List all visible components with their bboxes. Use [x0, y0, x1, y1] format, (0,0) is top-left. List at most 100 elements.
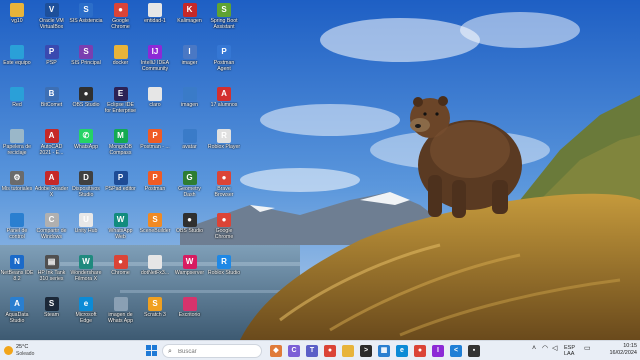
desktop-shortcut-label: Scratch 3	[144, 312, 166, 318]
desktop-shortcut[interactable]: P PSP	[35, 44, 69, 88]
app-icon: K	[182, 3, 197, 17]
desktop-shortcut[interactable]: G Geometry Dash	[173, 170, 207, 214]
desktop-shortcut[interactable]: S SIS Principal	[69, 44, 103, 88]
desktop-shortcut-label: Google Chrome	[111, 18, 130, 30]
desktop-shortcut[interactable]: N NetBeans IDE 8.2	[0, 254, 34, 298]
desktop-shortcut[interactable]: ▤ HP Ink Tank 310 series	[35, 254, 69, 298]
desktop-shortcut-label: avatar	[182, 144, 197, 150]
desktop-shortcut[interactable]: A 17 alumnos	[207, 86, 241, 130]
desktop-shortcut[interactable]: docker	[104, 44, 138, 88]
desktop-shortcut[interactable]: C Compartir de Windows	[35, 212, 69, 256]
desktop-shortcut[interactable]: Escritorio	[173, 296, 207, 340]
desktop-shortcut[interactable]: B BitComet	[35, 86, 69, 130]
desktop-shortcut[interactable]: D Dispositivos Studio	[69, 170, 103, 214]
tools-icon: ⚙	[10, 171, 24, 185]
desktop-shortcut[interactable]: A AquaData Studio	[0, 296, 34, 340]
desktop-shortcut[interactable]: entidad-1	[138, 2, 172, 46]
app-icon[interactable]: ▪	[468, 345, 480, 357]
desktop-shortcut-label: HP Ink Tank 310 series	[37, 270, 66, 282]
desktop-shortcut[interactable]: Panel de control	[0, 212, 34, 256]
postman-icon: P	[148, 129, 162, 143]
desktop-shortcut[interactable]: ✆ WhatsApp	[69, 128, 103, 172]
desktop-shortcut[interactable]: ⚙ Mis tutoriales	[0, 170, 34, 214]
desktop-shortcut[interactable]: S SIS Asistencia	[69, 2, 103, 46]
desktop-shortcut[interactable]: imagen	[173, 86, 207, 130]
desktop-shortcut[interactable]: U Unity Hub	[69, 212, 103, 256]
desktop-shortcut[interactable]: A Adobe Reader X	[35, 170, 69, 214]
desktop-shortcut[interactable]: M MongoDB Compass	[104, 128, 138, 172]
desktop-shortcut[interactable]: avatar	[173, 128, 207, 172]
desktop-shortcut-label: Red	[12, 102, 22, 108]
desktop-shortcut-label: Chrome	[111, 270, 130, 276]
desktop-shortcut[interactable]: P Postman - ...	[138, 128, 172, 172]
search-input[interactable]	[178, 346, 258, 357]
imager-icon: I	[182, 45, 197, 59]
desktop-shortcut[interactable]: Papelera de reciclaje	[0, 128, 34, 172]
desktop-shortcut-label: Geometry Dash	[178, 186, 201, 198]
desktop-shortcut[interactable]: IJ IntelliJ IDEA Community	[138, 44, 172, 88]
start-button[interactable]	[145, 344, 157, 358]
desktop-shortcut[interactable]: claro	[138, 86, 172, 130]
windows-logo-icon	[146, 345, 151, 350]
desktop-shortcut[interactable]: S Scratch 3	[138, 296, 172, 340]
taskbar-clock[interactable]: 10:15 16/02/2024	[603, 343, 637, 359]
desktop-shortcut[interactable]: S SceneBuilder	[138, 212, 172, 256]
desktop-shortcut[interactable]: V Oracle VM VirtualBox	[35, 2, 69, 46]
network-icon[interactable]: ▭	[584, 345, 591, 352]
intellij-icon[interactable]: I	[432, 345, 444, 357]
volume-icon[interactable]: ◁	[552, 345, 557, 352]
desktop-shortcut[interactable]: R Roblox Player	[207, 128, 241, 172]
widgets-icon[interactable]: ◆	[270, 345, 282, 357]
weather-widget[interactable]: 25°C Soleado	[4, 343, 48, 359]
desktop-shortcut[interactable]: ● Google Chrome	[207, 212, 241, 256]
desktop-shortcut[interactable]: Iimager	[173, 44, 207, 88]
desktop-shortcut[interactable]: R Roblox Studio	[207, 254, 241, 298]
terminal-icon[interactable]: >	[360, 345, 372, 357]
desktop-shortcut-label: dotNetFx3...	[140, 270, 170, 276]
desktop-shortcut[interactable]: Red	[0, 86, 34, 130]
desktop-shortcut[interactable]: W WhatsApp Web	[104, 212, 138, 256]
taskbar-search-box[interactable]: ⌕	[162, 344, 262, 358]
teams-icon[interactable]: T	[306, 345, 318, 357]
desktop-shortcut[interactable]: P PSPad editor	[104, 170, 138, 214]
desktop-shortcut[interactable]: ● Chrome	[104, 254, 138, 298]
desktop-shortcut[interactable]: ● OBS Studio	[173, 212, 207, 256]
desktop-shortcut-label: SIS Asistencia	[69, 18, 103, 24]
desktop-shortcut[interactable]: W Wondershare Filmora X	[69, 254, 103, 298]
desktop-shortcut[interactable]: W Wampserver	[173, 254, 207, 298]
store-icon[interactable]: ▦	[378, 345, 390, 357]
desktop-shortcut[interactable]: K Kalimagen	[173, 2, 207, 46]
desktop-shortcut-label: Roblox Player	[207, 144, 241, 150]
chrome-icon[interactable]: ●	[324, 345, 336, 357]
wifi-icon[interactable]: ◠	[542, 345, 548, 352]
virtualbox-icon: V	[44, 3, 59, 17]
desktop-shortcut[interactable]: P Postman	[138, 170, 172, 214]
folder-icon[interactable]	[342, 345, 354, 357]
language-indicator-bottom[interactable]: LAA	[564, 351, 574, 357]
desktop-shortcut[interactable]: vg10	[0, 2, 34, 46]
desktop-shortcut-label: Wondershare Filmora X	[70, 270, 102, 282]
desktop-shortcut[interactable]: S Spring Boot Assistant	[207, 2, 241, 46]
desktop-shortcut-label: Panel de control	[6, 228, 28, 240]
edge-icon[interactable]: e	[396, 345, 408, 357]
desktop-shortcut[interactable]: P Postman Agent	[207, 44, 241, 88]
desktop-shortcut[interactable]: Este equipo	[0, 44, 34, 88]
desktop-shortcut[interactable]: ● Google Chrome	[104, 2, 138, 46]
copilot-icon[interactable]: C	[288, 345, 300, 357]
desktop-shortcut-label: WhatsApp Web	[108, 228, 133, 240]
desktop-shortcut[interactable]: ● Brave Browser	[207, 170, 241, 214]
chrome-icon[interactable]: ●	[414, 345, 426, 357]
system-tray: ˄ ◠ ◁ ESP LAA ▭	[532, 345, 602, 357]
adobe-icon: A	[44, 171, 59, 185]
vscode-icon[interactable]: <	[450, 345, 462, 357]
desktop-shortcut[interactable]: dotNetFx3...	[138, 254, 172, 298]
app-icon: D	[79, 171, 93, 185]
desktop-shortcut[interactable]: S Steam	[35, 296, 69, 340]
desktop-shortcut[interactable]: e Microsoft Edge	[69, 296, 103, 340]
desktop-shortcut[interactable]: imagen de Whats App	[104, 296, 138, 340]
chevron-up-icon[interactable]: ˄	[532, 345, 536, 352]
desktop-shortcut[interactable]: ● OBS Studio	[69, 86, 103, 130]
desktop-shortcut[interactable]: E Eclipse IDE for Enterprise	[104, 86, 138, 130]
desktop-shortcut[interactable]: A AutoCAD 2021 - E...	[35, 128, 69, 172]
wampserver-icon: W	[182, 255, 197, 269]
